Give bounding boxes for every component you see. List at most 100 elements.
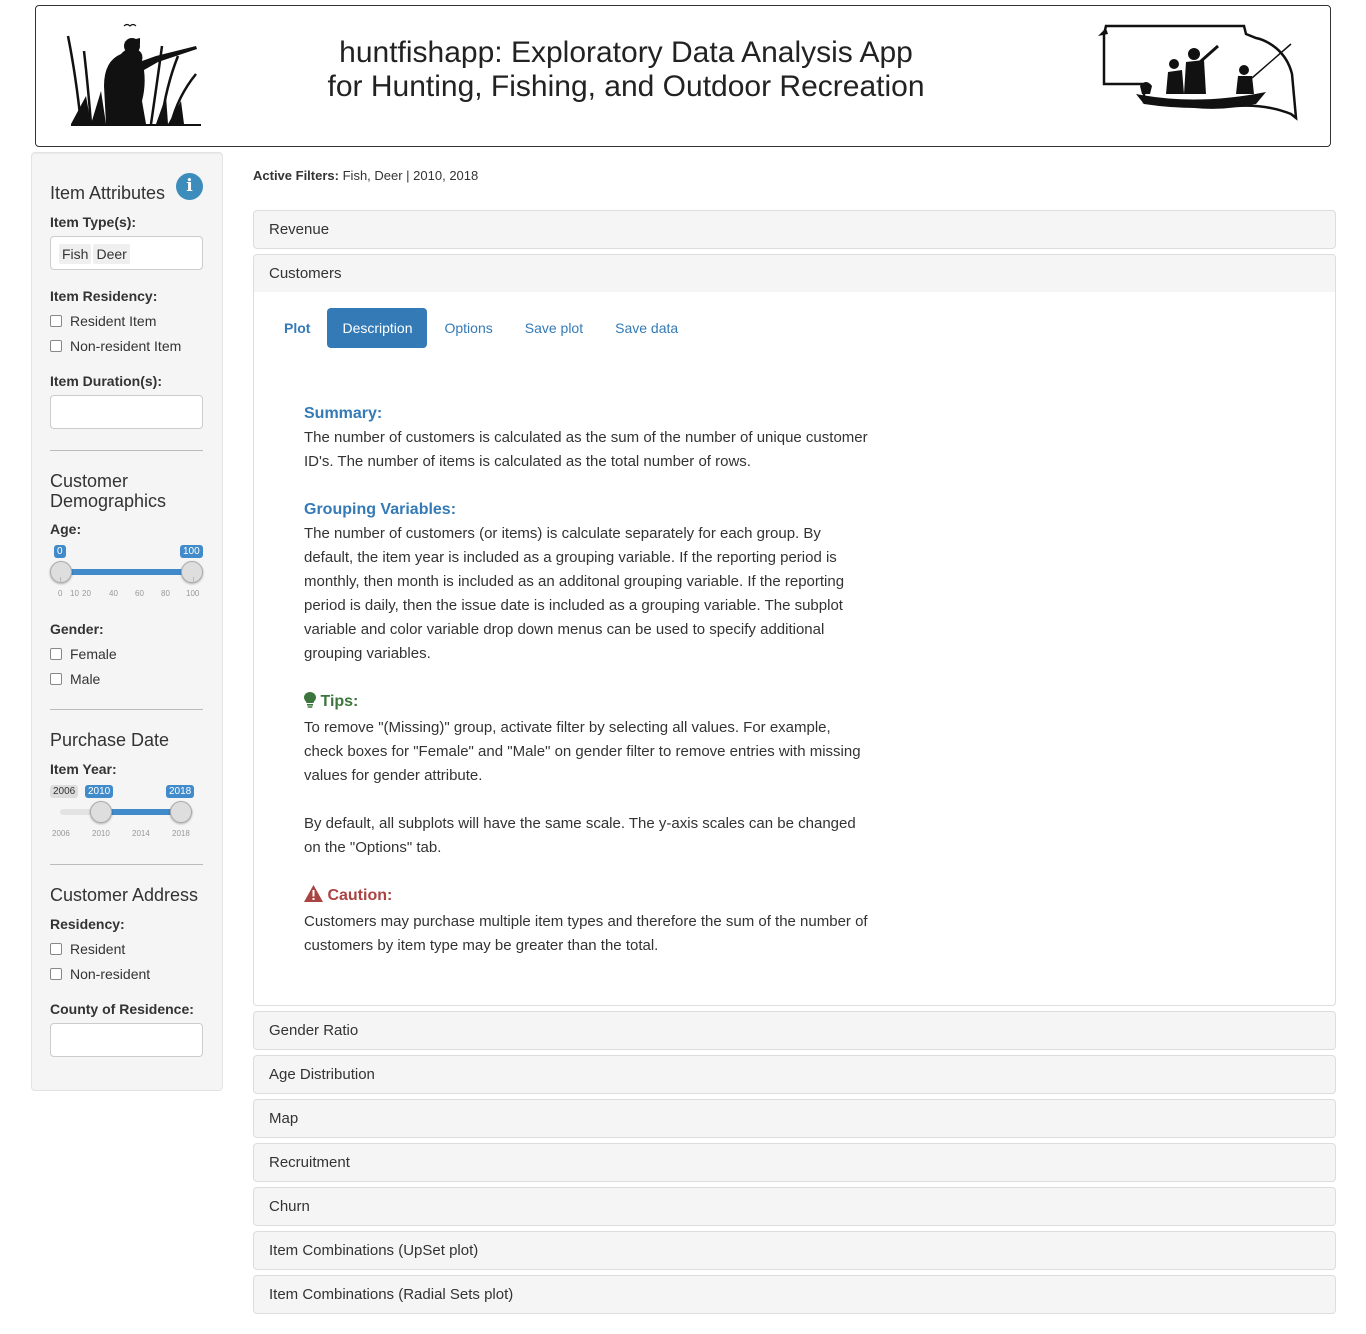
panel-map[interactable]: Map (253, 1099, 1336, 1138)
tips-heading-row: Tips: (304, 690, 874, 716)
title-line-2: for Hunting, Fishing, and Outdoor Recrea… (327, 70, 925, 103)
panel-age-distribution[interactable]: Age Distribution (253, 1055, 1336, 1094)
tick-label: 2006 (52, 829, 70, 838)
item-duration-label: Item Duration(s): (50, 373, 162, 389)
age-slider[interactable]: 0 100 0 10 20 40 60 80 100 (50, 543, 203, 603)
tick (193, 577, 194, 583)
grouping-heading: Grouping Variables: (304, 501, 457, 518)
non-resident-checkbox[interactable]: Non-resident (50, 966, 150, 982)
divider (50, 864, 203, 865)
tab-save-data[interactable]: Save data (600, 308, 693, 348)
tab-save-plot[interactable]: Save plot (510, 308, 598, 348)
customer-demographics-heading: Customer Demographics (50, 471, 167, 511)
tick-label: 2014 (132, 829, 150, 838)
item-attributes-heading: Item Attributes (50, 183, 166, 203)
item-year-slider[interactable]: 2006 2010 2018 2006 2010 2014 2018 (50, 783, 203, 843)
age-high-handle[interactable] (181, 561, 203, 583)
warning-triangle-icon (304, 885, 323, 910)
address-residency-label: Residency: (50, 916, 125, 932)
item-type-tag[interactable]: Fish (59, 244, 92, 264)
filter-sidebar: Item Attributes i Item Type(s): Fish Deer… (31, 152, 223, 1091)
county-select[interactable] (50, 1023, 203, 1057)
tick-label: 10 (70, 589, 79, 598)
female-checkbox[interactable]: Female (50, 646, 117, 662)
tab-options[interactable]: Options (429, 308, 507, 348)
gender-label: Gender: (50, 621, 104, 637)
caution-heading-row: Caution: (304, 884, 874, 910)
checkbox-box[interactable] (50, 968, 62, 980)
tab-bar: Plot Description Options Save plot Save … (269, 308, 695, 348)
panel-churn[interactable]: Churn (253, 1187, 1336, 1226)
caution-heading: Caution: (327, 887, 393, 904)
tab-description[interactable]: Description (327, 308, 428, 348)
summary-text: The number of customers is calculated as… (304, 429, 868, 470)
checkbox-box[interactable] (50, 943, 62, 955)
panel-radial-sets-plot[interactable]: Item Combinations (Radial Sets plot) (253, 1275, 1336, 1314)
tips-text-1: To remove "(Missing)" group, activate fi… (304, 719, 861, 784)
non-resident-item-checkbox[interactable]: Non-resident Item (50, 338, 181, 354)
active-filters-label: Active Filters: (253, 168, 339, 183)
age-label: Age: (50, 521, 82, 537)
checkbox-label: Non-resident Item (70, 338, 182, 354)
hunter-silhouette-icon (66, 16, 206, 131)
panel-customers[interactable]: Customers (253, 254, 1336, 293)
panel-recruitment[interactable]: Recruitment (253, 1143, 1336, 1182)
nebraska-boat-fishing-icon (1096, 14, 1306, 134)
year-low-value: 2010 (85, 785, 114, 798)
grouping-text: The number of customers (or items) is ca… (304, 525, 845, 662)
summary-heading: Summary: (304, 405, 383, 422)
slider-range (60, 569, 193, 575)
customers-panel-body: Plot Description Options Save plot Save … (253, 292, 1336, 1006)
checkbox-box[interactable] (50, 340, 62, 352)
age-low-handle[interactable] (50, 561, 72, 583)
age-low-value: 0 (54, 545, 66, 558)
tick-label: 2018 (172, 829, 190, 838)
tips-text-2: By default, all subplots will have the s… (304, 815, 856, 856)
panel-upset-plot[interactable]: Item Combinations (UpSet plot) (253, 1231, 1336, 1270)
checkbox-box[interactable] (50, 315, 62, 327)
panel-gender-ratio[interactable]: Gender Ratio (253, 1011, 1336, 1050)
caution-text: Customers may purchase multiple item typ… (304, 913, 868, 954)
item-type-tag[interactable]: Deer (93, 244, 130, 264)
item-residency-label: Item Residency: (50, 288, 158, 304)
active-filters: Active Filters: Fish, Deer | 2010, 2018 (253, 168, 478, 183)
checkbox-box[interactable] (50, 673, 62, 685)
tick (60, 577, 61, 583)
info-circle-icon[interactable]: i (176, 173, 203, 200)
tick-label: 80 (161, 589, 170, 598)
tick-label: 60 (135, 589, 144, 598)
checkbox-label: Male (70, 671, 101, 687)
year-high-handle[interactable] (170, 801, 192, 823)
tick-label: 20 (82, 589, 91, 598)
purchase-date-heading: Purchase Date (50, 730, 170, 750)
tick-label: 100 (186, 589, 200, 598)
description-content: Summary: The number of customers is calc… (304, 402, 874, 982)
divider (50, 709, 203, 710)
resident-item-checkbox[interactable]: Resident Item (50, 313, 156, 329)
active-filters-value: Fish, Deer | 2010, 2018 (342, 168, 479, 183)
app-title: huntfishapp: Exploratory Data Analysis A… (236, 36, 1016, 104)
tips-heading: Tips: (320, 693, 359, 710)
resident-checkbox[interactable]: Resident (50, 941, 125, 957)
title-line-1: huntfishapp: Exploratory Data Analysis A… (339, 36, 913, 69)
year-low-handle[interactable] (90, 801, 112, 823)
item-year-label: Item Year: (50, 761, 117, 777)
male-checkbox[interactable]: Male (50, 671, 100, 687)
item-types-select[interactable]: Fish Deer (50, 236, 203, 270)
tab-plot[interactable]: Plot (269, 308, 325, 348)
item-duration-select[interactable] (50, 395, 203, 429)
checkbox-label: Non-resident (70, 966, 151, 982)
county-label: County of Residence: (50, 1001, 194, 1017)
checkbox-label: Resident (70, 941, 126, 957)
customer-address-heading: Customer Address (50, 885, 199, 905)
age-high-value: 100 (180, 545, 203, 558)
tick-label: 40 (109, 589, 118, 598)
app-header: huntfishapp: Exploratory Data Analysis A… (35, 5, 1331, 147)
tick-label: 0 (58, 589, 63, 598)
divider (50, 450, 203, 451)
checkbox-label: Female (70, 646, 117, 662)
item-types-label: Item Type(s): (50, 214, 137, 230)
checkbox-box[interactable] (50, 648, 62, 660)
panel-revenue[interactable]: Revenue (253, 210, 1336, 249)
tick-label: 2010 (92, 829, 110, 838)
